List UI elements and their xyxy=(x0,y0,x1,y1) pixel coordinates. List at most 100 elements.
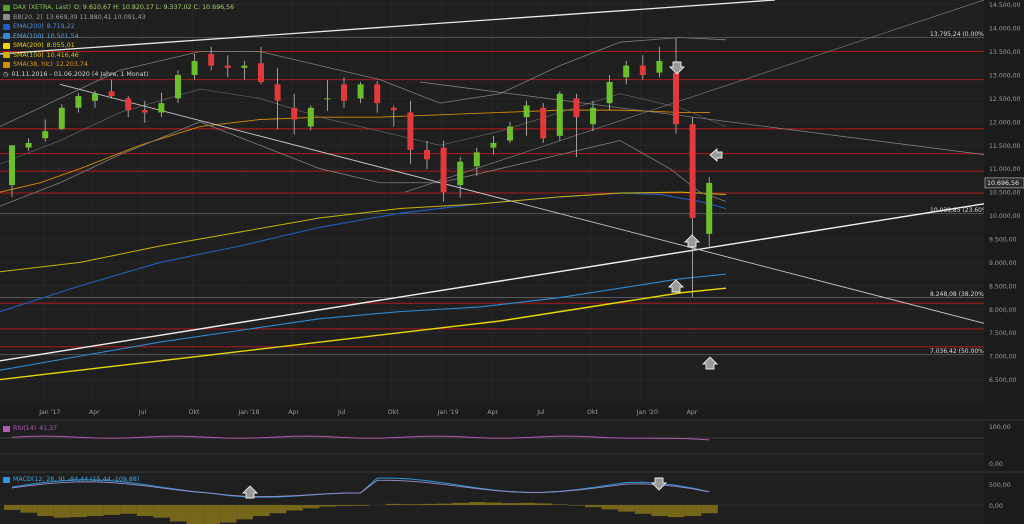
x-axis-tick-label: Apr xyxy=(288,409,299,416)
rsi-tick-label: 100,00 xyxy=(989,424,1011,431)
x-axis-tick-label: Okt xyxy=(388,409,399,416)
candle-body xyxy=(357,84,364,99)
x-axis-tick-label: Apr xyxy=(687,409,698,416)
y-axis-tick-label: 14.000,00 xyxy=(989,26,1021,33)
candle-body xyxy=(573,98,580,118)
macd-histogram-bar xyxy=(70,505,87,518)
legend-sma38-values: 12.203,74 xyxy=(55,61,88,68)
x-axis-tick-label: Jan '18 xyxy=(237,409,259,416)
candle-body xyxy=(141,110,148,113)
candle-body xyxy=(507,126,513,141)
legend-ema100-label: EMA(100) xyxy=(13,32,44,40)
candle-body xyxy=(75,96,82,108)
macd-histogram-bar xyxy=(601,505,619,510)
candle-body xyxy=(656,60,663,73)
candle-body xyxy=(606,82,613,104)
macd-histogram-bar xyxy=(153,505,170,518)
candle-body xyxy=(274,84,281,101)
macd-histogram-bar xyxy=(20,505,38,513)
macd-histogram-bar xyxy=(701,505,718,514)
y-axis-tick-label: 9.500,00 xyxy=(989,236,1017,243)
macd-histogram-bar xyxy=(651,505,668,516)
macd-histogram-bar xyxy=(468,501,486,505)
dax-color-swatch xyxy=(3,4,10,11)
candle-body xyxy=(291,107,298,120)
macd-label: MACD(12, 26, 9) xyxy=(13,476,65,483)
candle-body xyxy=(9,145,15,186)
macd-histogram-bar xyxy=(120,505,137,514)
x-axis-tick-label: Jul xyxy=(337,409,346,416)
macd-tick-label: 0,00 xyxy=(989,503,1003,510)
rsi-legend: RSI(14) 41,37 xyxy=(3,425,57,432)
bb-color-swatch xyxy=(3,14,10,21)
rsi-value: 41,37 xyxy=(39,425,58,432)
y-axis-tick-label: 11.000,00 xyxy=(989,166,1021,173)
sma200-color-swatch xyxy=(3,42,10,49)
y-axis-tick-label: 7.500,00 xyxy=(989,330,1017,337)
macd-histogram-bar xyxy=(236,505,253,520)
fibonacci-level-label: 8.248,08 (38.20%) xyxy=(930,291,986,298)
macd-histogram-bar xyxy=(385,503,403,505)
x-axis-tick-label: Okt xyxy=(189,409,200,416)
macd-histogram-bar xyxy=(518,502,536,505)
legend-ema100-values: 10.501,54 xyxy=(46,32,79,40)
macd-color-swatch xyxy=(3,476,10,483)
legend-ema100: EMA(100) 10.501,54 xyxy=(3,32,234,42)
legend-sma200-label: SMA(200) xyxy=(13,42,44,49)
x-axis-tick-label: Apr xyxy=(487,409,498,416)
macd-histogram-bar xyxy=(551,504,569,505)
last-price-label: 10.696,56 xyxy=(987,180,1019,187)
candle-body xyxy=(42,131,49,139)
legend-ohlc: O: 9.610,67 H: 10.820,17 L: 9.337,02 C: … xyxy=(73,4,235,11)
macd-histogram-bar xyxy=(634,505,652,514)
macd-histogram-bar xyxy=(568,505,585,506)
x-axis-tick-label: Apr xyxy=(89,409,100,416)
y-axis-tick-label: 13.000,00 xyxy=(989,72,1021,79)
candle-body xyxy=(457,161,464,186)
candle-body xyxy=(523,105,530,118)
y-axis-tick-label: 8.500,00 xyxy=(989,283,1017,290)
macd-histogram-bar xyxy=(668,505,685,518)
macd-histogram-bar xyxy=(253,505,270,516)
macd-histogram-bar xyxy=(684,505,702,516)
x-axis-tick-label: Jan '17 xyxy=(38,409,60,416)
macd-histogram-bar xyxy=(585,505,602,508)
fibonacci-level-label: 7.036,42 (50.00%) xyxy=(930,348,986,355)
candle-body xyxy=(341,84,347,101)
macd-histogram-bar xyxy=(170,505,187,522)
macd-histogram-bar xyxy=(336,505,353,507)
candle-body xyxy=(706,182,713,234)
legend-sma38: SMA(38, hlc) 12.203,74 xyxy=(3,60,234,70)
macd-histogram-bar xyxy=(269,505,287,514)
legend-header: DAX (XETRA, Last) O: 9.610,67 H: 10.820,… xyxy=(3,3,234,13)
macd-histogram-bar xyxy=(136,505,154,516)
legend-sma200-values: 8.055,01 xyxy=(46,42,75,49)
x-axis-tick-label: Jul xyxy=(138,409,147,416)
macd-histogram-bar xyxy=(186,505,204,524)
macd-histogram-bar xyxy=(485,502,502,505)
rsi-label: RSI(14) xyxy=(13,425,37,432)
candle-body xyxy=(307,107,314,127)
legend-sma100-values: 10.416,46 xyxy=(46,51,79,59)
macd-histogram-bar xyxy=(535,503,552,505)
macd-tick-label: 500,00 xyxy=(989,482,1011,489)
x-axis-tick-label: Okt xyxy=(587,409,598,416)
candle-body xyxy=(158,103,165,113)
candle-body xyxy=(258,63,264,83)
y-axis-tick-label: 14.500,00 xyxy=(989,2,1021,9)
candle-body xyxy=(390,107,397,111)
candle-body xyxy=(241,65,248,68)
fibonacci-level-label: 13.795,24 (0.00%) xyxy=(930,31,986,38)
legend-sma100: SMA(100) 10.416,46 xyxy=(3,51,234,61)
candle-body xyxy=(473,152,480,167)
y-axis-tick-label: 7.000,00 xyxy=(989,354,1017,361)
candle-body xyxy=(440,147,447,193)
legend-period: ◷ 01.11.2016 - 01.06.2020 (4 Jahre, 1 Mon… xyxy=(3,70,234,80)
candle-body xyxy=(58,107,65,129)
y-axis-tick-label: 6.500,00 xyxy=(989,377,1017,384)
macd-histogram-bar xyxy=(103,505,121,515)
sma38-color-swatch xyxy=(3,61,10,68)
macd-histogram-bar xyxy=(219,505,237,523)
candle-body xyxy=(324,98,331,100)
legend-bb-label: BB(20, 2) xyxy=(13,13,43,21)
